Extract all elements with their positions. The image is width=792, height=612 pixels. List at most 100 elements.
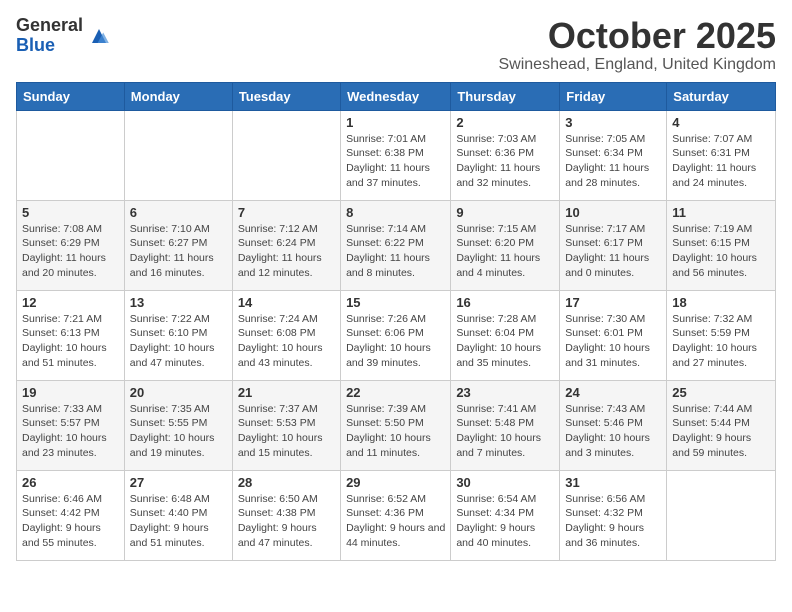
calendar-day-6: 6 Sunrise: 7:10 AM Sunset: 6:27 PM Daylig… [124,200,232,290]
calendar-day-20: 20 Sunrise: 7:35 AM Sunset: 5:55 PM Dayli… [124,380,232,470]
day-info: Sunrise: 7:22 AM Sunset: 6:10 PM Dayligh… [130,312,227,371]
calendar-table: SundayMondayTuesdayWednesdayThursdayFrid… [16,82,776,561]
day-info: Sunrise: 7:19 AM Sunset: 6:15 PM Dayligh… [672,222,770,281]
day-info: Sunrise: 7:10 AM Sunset: 6:27 PM Dayligh… [130,222,227,281]
calendar-week-row: 5Sunrise: 7:08 AM Sunset: 6:29 PM Daylig… [17,200,776,290]
day-info: Sunrise: 7:39 AM Sunset: 5:50 PM Dayligh… [346,402,445,461]
day-info: Sunrise: 7:35 AM Sunset: 5:55 PM Dayligh… [130,402,227,461]
calendar-day-17: 17Sunrise: 7:30 AM Sunset: 6:01 PM Dayli… [560,290,667,380]
day-number: 20 [130,385,227,400]
day-number: 30 [456,475,554,490]
calendar-day-23: 23 Sunrise: 7:41 AM Sunset: 5:48 PM Dayli… [451,380,560,470]
calendar-day-31: 31Sunrise: 6:56 AM Sunset: 4:32 PM Dayli… [560,470,667,560]
calendar-week-row: 1 Sunrise: 7:01 AM Sunset: 6:38 PM Daylig… [17,110,776,200]
day-number: 16 [456,295,554,310]
title-section: October 2025 Swineshead, England, United… [498,16,776,74]
day-number: 23 [456,385,554,400]
day-number: 26 [22,475,119,490]
calendar-day-11: 11 Sunrise: 7:19 AM Sunset: 6:15 PM Dayli… [667,200,776,290]
calendar-day-2: 2 Sunrise: 7:03 AM Sunset: 6:36 PM Daylig… [451,110,560,200]
day-info: Sunrise: 7:44 AM Sunset: 5:44 PM Dayligh… [672,402,770,461]
day-number: 10 [565,205,661,220]
calendar-day-10: 10 Sunrise: 7:17 AM Sunset: 6:17 PM Dayli… [560,200,667,290]
weekday-header-monday: Monday [124,82,232,110]
calendar-day-26: 26Sunrise: 6:46 AM Sunset: 4:42 PM Dayli… [17,470,125,560]
calendar-day-25: 25 Sunrise: 7:44 AM Sunset: 5:44 PM Dayli… [667,380,776,470]
calendar-week-row: 12 Sunrise: 7:21 AM Sunset: 6:13 PM Dayli… [17,290,776,380]
day-info: Sunrise: 7:03 AM Sunset: 6:36 PM Dayligh… [456,132,554,191]
day-info: Sunrise: 6:48 AM Sunset: 4:40 PM Dayligh… [130,492,227,551]
day-number: 25 [672,385,770,400]
empty-day-cell [17,110,125,200]
logo: General Blue [16,16,113,56]
day-info: Sunrise: 7:37 AM Sunset: 5:53 PM Dayligh… [238,402,335,461]
day-number: 6 [130,205,227,220]
calendar-day-16: 16 Sunrise: 7:28 AM Sunset: 6:04 PM Dayli… [451,290,560,380]
calendar-day-18: 18Sunrise: 7:32 AM Sunset: 5:59 PM Dayli… [667,290,776,380]
calendar-day-28: 28Sunrise: 6:50 AM Sunset: 4:38 PM Dayli… [232,470,340,560]
empty-day-cell [124,110,232,200]
calendar-day-4: 4Sunrise: 7:07 AM Sunset: 6:31 PM Daylig… [667,110,776,200]
day-info: Sunrise: 7:43 AM Sunset: 5:46 PM Dayligh… [565,402,661,461]
day-number: 27 [130,475,227,490]
day-info: Sunrise: 7:33 AM Sunset: 5:57 PM Dayligh… [22,402,119,461]
day-info: Sunrise: 7:08 AM Sunset: 6:29 PM Dayligh… [22,222,119,281]
day-number: 29 [346,475,445,490]
logo-general: General [16,16,83,36]
calendar-day-13: 13Sunrise: 7:22 AM Sunset: 6:10 PM Dayli… [124,290,232,380]
empty-day-cell [232,110,340,200]
weekday-header-thursday: Thursday [451,82,560,110]
calendar-week-row: 26Sunrise: 6:46 AM Sunset: 4:42 PM Dayli… [17,470,776,560]
day-number: 31 [565,475,661,490]
calendar-day-9: 9 Sunrise: 7:15 AM Sunset: 6:20 PM Daylig… [451,200,560,290]
day-info: Sunrise: 7:26 AM Sunset: 6:06 PM Dayligh… [346,312,445,371]
day-number: 3 [565,115,661,130]
day-info: Sunrise: 6:54 AM Sunset: 4:34 PM Dayligh… [456,492,554,551]
calendar-day-12: 12 Sunrise: 7:21 AM Sunset: 6:13 PM Dayli… [17,290,125,380]
empty-day-cell [667,470,776,560]
day-number: 17 [565,295,661,310]
calendar-day-22: 22 Sunrise: 7:39 AM Sunset: 5:50 PM Dayli… [341,380,451,470]
day-number: 24 [565,385,661,400]
weekday-header-saturday: Saturday [667,82,776,110]
calendar-day-1: 1 Sunrise: 7:01 AM Sunset: 6:38 PM Daylig… [341,110,451,200]
logo-blue: Blue [16,36,83,56]
calendar-day-29: 29 Sunrise: 6:52 AM Sunset: 4:36 PM Dayli… [341,470,451,560]
weekday-header-friday: Friday [560,82,667,110]
calendar-day-5: 5Sunrise: 7:08 AM Sunset: 6:29 PM Daylig… [17,200,125,290]
logo-icon [85,22,113,50]
calendar-day-8: 8Sunrise: 7:14 AM Sunset: 6:22 PM Daylig… [341,200,451,290]
day-number: 12 [22,295,119,310]
day-number: 21 [238,385,335,400]
day-number: 18 [672,295,770,310]
day-info: Sunrise: 7:17 AM Sunset: 6:17 PM Dayligh… [565,222,661,281]
day-number: 2 [456,115,554,130]
calendar-day-24: 24 Sunrise: 7:43 AM Sunset: 5:46 PM Dayli… [560,380,667,470]
calendar-day-7: 7Sunrise: 7:12 AM Sunset: 6:24 PM Daylig… [232,200,340,290]
calendar-week-row: 19Sunrise: 7:33 AM Sunset: 5:57 PM Dayli… [17,380,776,470]
weekday-header-tuesday: Tuesday [232,82,340,110]
day-number: 9 [456,205,554,220]
day-number: 11 [672,205,770,220]
calendar-day-15: 15 Sunrise: 7:26 AM Sunset: 6:06 PM Dayli… [341,290,451,380]
calendar-day-21: 21 Sunrise: 7:37 AM Sunset: 5:53 PM Dayli… [232,380,340,470]
day-info: Sunrise: 7:15 AM Sunset: 6:20 PM Dayligh… [456,222,554,281]
day-number: 7 [238,205,335,220]
calendar-day-30: 30 Sunrise: 6:54 AM Sunset: 4:34 PM Dayli… [451,470,560,560]
day-number: 22 [346,385,445,400]
location: Swineshead, England, United Kingdom [498,56,776,74]
weekday-header-sunday: Sunday [17,82,125,110]
month-title: October 2025 [498,16,776,56]
day-number: 4 [672,115,770,130]
day-info: Sunrise: 7:21 AM Sunset: 6:13 PM Dayligh… [22,312,119,371]
day-info: Sunrise: 7:24 AM Sunset: 6:08 PM Dayligh… [238,312,335,371]
page-header: General Blue October 2025 Swineshead, En… [16,16,776,74]
day-info: Sunrise: 6:52 AM Sunset: 4:36 PM Dayligh… [346,492,445,551]
day-info: Sunrise: 7:41 AM Sunset: 5:48 PM Dayligh… [456,402,554,461]
day-info: Sunrise: 7:01 AM Sunset: 6:38 PM Dayligh… [346,132,445,191]
day-info: Sunrise: 7:28 AM Sunset: 6:04 PM Dayligh… [456,312,554,371]
day-number: 1 [346,115,445,130]
day-info: Sunrise: 7:05 AM Sunset: 6:34 PM Dayligh… [565,132,661,191]
day-number: 15 [346,295,445,310]
day-info: Sunrise: 7:14 AM Sunset: 6:22 PM Dayligh… [346,222,445,281]
